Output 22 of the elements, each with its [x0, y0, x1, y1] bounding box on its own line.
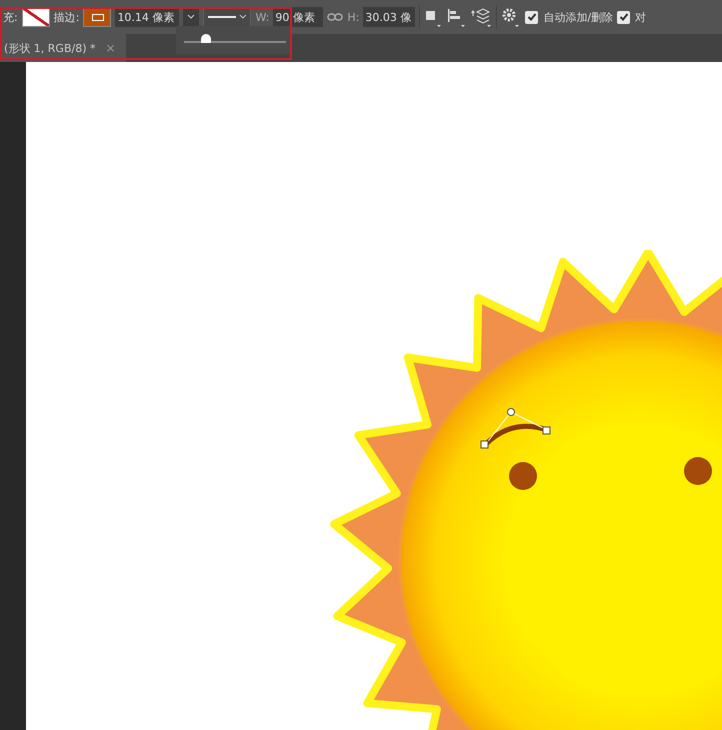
settings-icon[interactable] — [501, 6, 522, 28]
document-tab[interactable]: (形状 1, RGB/8) * × — [0, 34, 126, 62]
checkbox[interactable] — [617, 10, 630, 24]
align-icon[interactable] — [446, 6, 466, 28]
caret-icon — [187, 14, 196, 20]
slider-thumb[interactable] — [201, 34, 212, 43]
fill-label: 充: — [3, 10, 18, 24]
caret-icon — [238, 14, 246, 20]
slider[interactable] — [184, 33, 286, 45]
width-label: W: — [255, 10, 270, 24]
link-icon[interactable] — [327, 12, 344, 22]
arrange-icon[interactable] — [470, 6, 492, 28]
width-field[interactable]: 90 像素 — [273, 7, 324, 27]
checkbox-label: 对 — [635, 10, 646, 24]
fill-swatch[interactable] — [22, 7, 50, 27]
checkbox-label: 自动添加/删除 — [543, 10, 614, 24]
stroke-label: 描边: — [54, 10, 80, 24]
stroke-width-field[interactable]: 10.14 像素 — [115, 7, 180, 27]
height-field[interactable]: 30.03 像 — [363, 7, 416, 27]
checkbox[interactable] — [525, 10, 538, 24]
height-label: H: — [347, 10, 360, 24]
stroke-swatch[interactable] — [83, 7, 112, 27]
